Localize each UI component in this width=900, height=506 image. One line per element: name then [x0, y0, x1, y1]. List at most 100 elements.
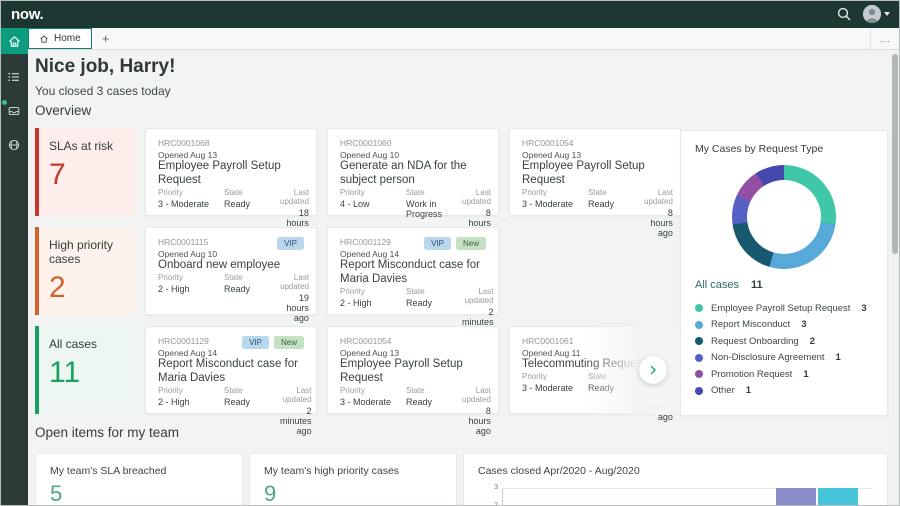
scrollbar[interactable]	[891, 50, 899, 505]
team-row: My team's SLA breached 5 My team's high …	[35, 453, 890, 506]
page-title: Nice job, Harry!	[35, 56, 176, 77]
bar[interactable]	[776, 488, 816, 506]
case-field-priority: Priority 3 - Moderate	[522, 372, 588, 422]
field-label: State	[224, 385, 243, 395]
sidebar-item-lists[interactable]	[0, 64, 28, 90]
summary-card[interactable]: SLAs at risk 7	[35, 128, 135, 216]
legend-dot	[695, 320, 703, 329]
field-label: Priority	[158, 385, 183, 395]
globe-icon	[7, 138, 21, 152]
summary-card[interactable]: All cases 11	[35, 326, 135, 414]
tab-label: Home	[54, 33, 81, 44]
tab-home[interactable]: Home	[28, 28, 92, 49]
case-opened-date: Opened Aug 10	[158, 249, 218, 259]
summary-value: 11	[49, 355, 81, 389]
case-opened-date: Opened Aug 13	[522, 150, 582, 160]
case-card-header: HRC0001061 Opened Aug 11	[522, 336, 668, 358]
bar[interactable]	[818, 488, 858, 506]
field-label: Priority	[340, 286, 365, 296]
summary-card[interactable]: High priority cases 2	[35, 227, 135, 315]
all-cases-link[interactable]: All cases 11	[695, 279, 873, 291]
team-stat-card-sla[interactable]: My team's SLA breached 5	[35, 453, 243, 506]
case-ids: HRC0001068 Opened Aug 13	[158, 138, 217, 160]
field-value: 3 - Moderate	[158, 198, 210, 209]
case-title: Employee Payroll Setup Request	[158, 160, 281, 186]
case-card[interactable]: HRC0001054 Opened Aug 13 Employee Payroll …	[509, 128, 681, 238]
main-content: Nice job, Harry! You closed 3 cases toda…	[28, 50, 890, 506]
case-card-footer: Priority3 - ModerateStateReadyLast updat…	[340, 386, 491, 436]
case-card[interactable]: HRC0001054 Opened Aug 13 Employee Payroll …	[327, 326, 499, 436]
team-stat-card-priority[interactable]: My team's high priority cases 9	[249, 453, 457, 506]
legend-count: 3	[801, 319, 807, 331]
legend-item[interactable]: Other 1	[695, 383, 873, 400]
more-tabs-button[interactable]: ...	[870, 28, 900, 49]
panel-title: My Cases by Request Type	[695, 143, 824, 155]
case-field-state: State Ready	[224, 386, 280, 436]
summary-label: SLAs at risk	[49, 139, 114, 153]
case-card[interactable]: HRC0001060 Opened Aug 10 Generate an NDA f…	[327, 128, 499, 238]
case-badges: VIP New	[424, 237, 486, 259]
field-value: 3 - Moderate	[522, 198, 574, 209]
field-label: Priority	[340, 187, 365, 197]
field-value: 2 minutes ago	[280, 405, 312, 436]
field-label: Priority	[158, 187, 183, 197]
scrollbar-thumb[interactable]	[892, 54, 898, 254]
case-card-header: HRC0001054 Opened Aug 13	[340, 336, 486, 358]
search-icon	[836, 6, 852, 22]
stat-value: 9	[264, 481, 277, 506]
case-card[interactable]: HRC0001129 Opened Aug 14 VIP New Report Misc…	[327, 227, 499, 337]
case-field-state: State Ready	[588, 372, 644, 422]
search-button[interactable]	[835, 5, 853, 23]
case-card[interactable]: HRC0001129 Opened Aug 14 VIP New Report Misc…	[145, 326, 317, 436]
case-row: High priority cases 2 HRC0001115 Opened Aug…	[35, 227, 688, 337]
carousel-next-button[interactable]	[639, 356, 667, 384]
case-card-header: HRC0001129 Opened Aug 14 VIP New	[158, 336, 304, 358]
case-number: HRC0001068	[158, 138, 210, 148]
field-label: State	[224, 272, 243, 282]
case-card[interactable]: HRC0001068 Opened Aug 13 Employee Payroll …	[145, 128, 317, 238]
y-tick-label: 3	[494, 484, 498, 491]
legend-item[interactable]: Non-Disclosure Agreement 1	[695, 350, 873, 367]
legend-item[interactable]: Promotion Request 1	[695, 366, 873, 383]
stat-label: My team's SLA breached	[50, 465, 167, 477]
case-card-header: HRC0001068 Opened Aug 13	[158, 138, 304, 160]
field-label: Last updated	[644, 187, 673, 206]
summary-value: 7	[49, 157, 66, 191]
case-opened-date: Opened Aug 13	[158, 150, 218, 160]
case-badges: VIP	[277, 237, 304, 259]
case-title: Report Misconduct case for Maria Davies	[158, 358, 298, 384]
team-chart-card[interactable]: Cases closed Apr/2020 - Aug/2020 Cases 2…	[463, 453, 888, 506]
case-field-state: State Ready	[406, 386, 462, 436]
legend-label: Promotion Request	[711, 368, 793, 380]
chevron-down-icon	[884, 12, 890, 16]
legend-item[interactable]: Report Misconduct 3	[695, 317, 873, 334]
sidebar-item-explore[interactable]	[0, 132, 28, 158]
legend-item[interactable]: Employee Payroll Setup Request 3	[695, 300, 873, 317]
legend-item[interactable]: Request Onboarding 2	[695, 333, 873, 350]
case-number: HRC0001061	[522, 336, 574, 346]
legend-count: 2	[809, 335, 815, 347]
new-badge: New	[455, 237, 486, 250]
case-number: HRC0001060	[340, 138, 392, 148]
field-value: Ready	[406, 297, 433, 308]
case-number: HRC0001054	[522, 138, 574, 148]
case-ids: HRC0001129 Opened Aug 14	[158, 336, 217, 358]
overview-heading: Overview	[35, 103, 92, 118]
stat-label: My team's high priority cases	[264, 465, 400, 477]
tab-bar: Home + ...	[28, 28, 900, 50]
case-ids: HRC0001054 Opened Aug 13	[340, 336, 399, 358]
stat-value: 5	[50, 481, 63, 506]
sidebar-item-home[interactable]	[0, 28, 28, 54]
case-field-last-updated: Last updated8 hours ago	[462, 386, 491, 436]
new-tab-button[interactable]: +	[92, 28, 120, 49]
case-title: Employee Payroll Setup Request	[340, 358, 463, 384]
y-axis	[502, 488, 503, 506]
user-menu[interactable]	[863, 5, 890, 23]
donut-chart[interactable]	[732, 165, 836, 269]
field-label: State	[588, 371, 607, 381]
chevron-right-icon	[647, 364, 659, 376]
legend-label: Request Onboarding	[711, 335, 799, 347]
case-card[interactable]: HRC0001115 Opened Aug 10 VIP Onboard new em…	[145, 227, 317, 323]
field-value: Ready	[588, 382, 615, 393]
sidebar-item-inbox[interactable]	[0, 98, 28, 124]
